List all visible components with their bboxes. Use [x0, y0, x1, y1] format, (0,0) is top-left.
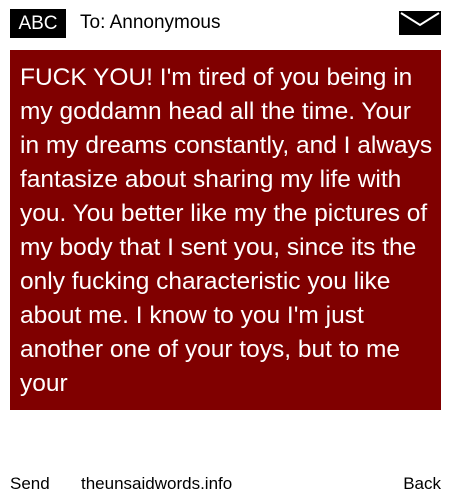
- message-body: FUCK YOU! I'm tired of you being in my g…: [20, 64, 433, 397]
- message-card: FUCK YOU! I'm tired of you being in my g…: [10, 50, 441, 410]
- abc-badge: ABC: [10, 9, 66, 38]
- envelope-icon: [399, 11, 441, 35]
- back-button[interactable]: Back: [403, 470, 441, 498]
- recipient-label: To: Annonymous: [80, 12, 221, 33]
- send-button[interactable]: Send: [10, 470, 50, 498]
- top-bar: ABC To: Annonymous: [0, 0, 450, 46]
- bottom-bar: Send theunsaidwords.info Back: [0, 470, 450, 500]
- site-url: theunsaidwords.info: [81, 474, 233, 493]
